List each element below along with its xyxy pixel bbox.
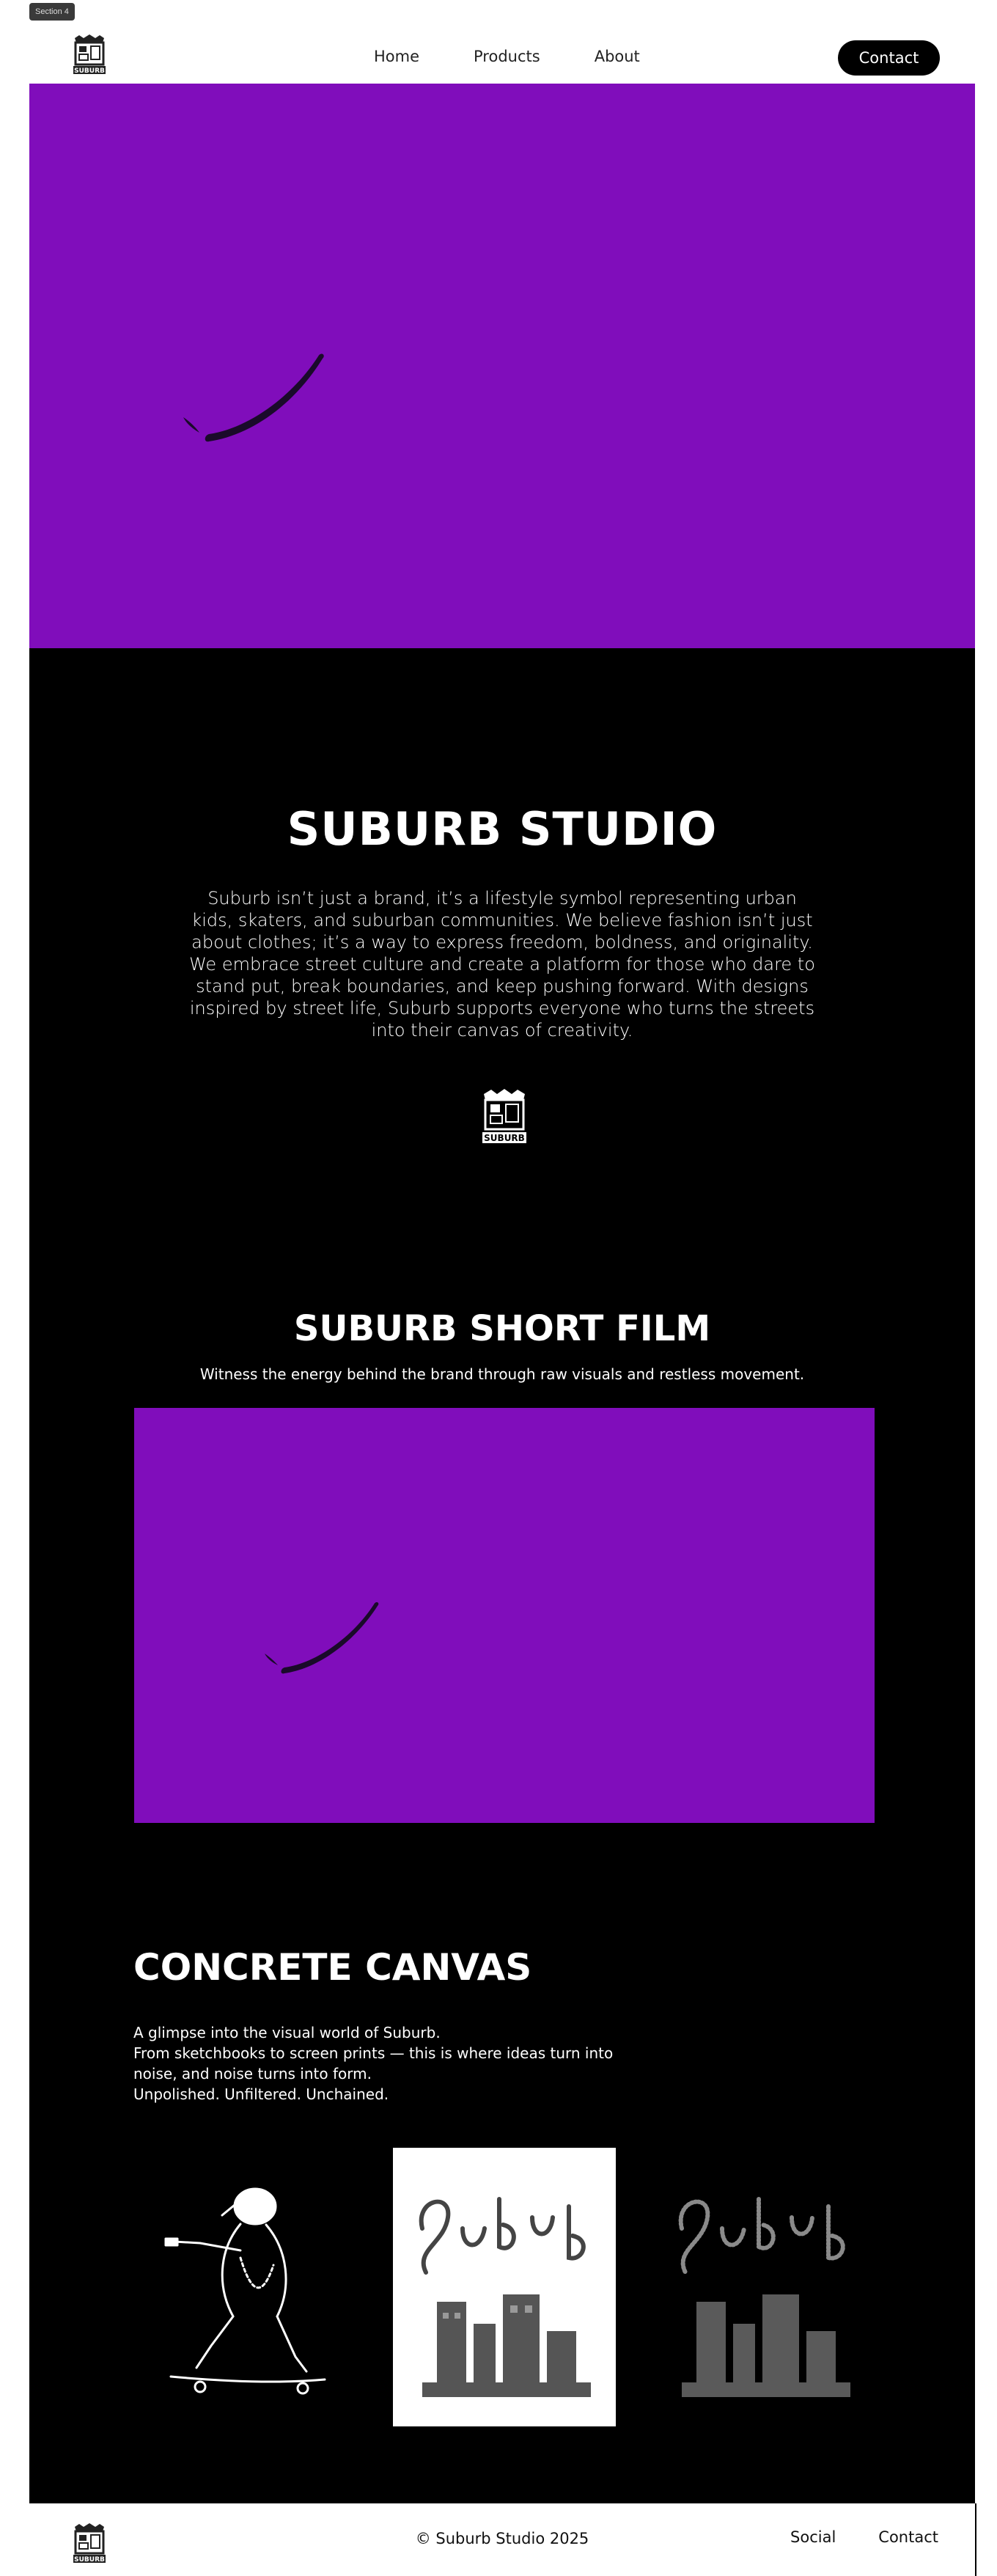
section-tag: Section 4	[29, 3, 75, 21]
canvas-line-2: From sketchbooks to screen prints — this…	[133, 2044, 614, 2083]
svg-text:SUBURB: SUBURB	[484, 1133, 525, 1143]
canvas-line-1: A glimpse into the visual world of Subur…	[133, 2024, 441, 2041]
brand-title: SUBURB STUDIO	[287, 802, 718, 856]
brand-description: Suburb isn’t just a brand, it’s a lifest…	[189, 888, 815, 1041]
contact-button[interactable]: Contact	[838, 40, 940, 76]
footer-contact-link[interactable]: Contact	[878, 2528, 938, 2546]
canvas-line-3: Unpolished. Unfiltered. Unchained.	[133, 2085, 389, 2103]
nav-products-link[interactable]: Products	[474, 48, 540, 65]
hero-brush-stroke-graphic	[183, 353, 324, 442]
film-subtitle: Witness the energy behind the brand thro…	[199, 1365, 805, 1383]
short-film-video[interactable]	[134, 1408, 875, 1823]
svg-text:SUBURB: SUBURB	[74, 2556, 105, 2564]
footer-links: Social Contact	[790, 2528, 938, 2546]
suburb-logo-emblem: SUBURB	[478, 1088, 531, 1145]
main-nav: Home Products About	[374, 29, 640, 84]
canvas-title: CONCRETE CANVAS	[133, 1946, 532, 1989]
gallery-image-graffiti-white[interactable]	[393, 2148, 616, 2426]
canvas-description: A glimpse into the visual world of Subur…	[133, 2022, 647, 2105]
hero-banner	[29, 84, 975, 648]
video-brush-stroke-graphic	[265, 1601, 379, 1674]
site-footer: SUBURB © Suburb Studio 2025 Social Conta…	[29, 2503, 976, 2576]
main-content: SUBURB STUDIO Suburb isn’t just a brand,…	[29, 648, 975, 2503]
gallery-image-skater[interactable]	[130, 2148, 353, 2426]
svg-text:SUBURB: SUBURB	[74, 67, 105, 75]
gallery-image-graffiti-dark[interactable]	[652, 2148, 875, 2426]
nav-about-link[interactable]: About	[595, 48, 640, 65]
site-header: SUBURB Home Products About Contact	[29, 29, 968, 84]
suburb-logo[interactable]: SUBURB	[69, 34, 110, 76]
nav-home-link[interactable]: Home	[374, 48, 419, 65]
film-title: SUBURB SHORT FILM	[293, 1308, 711, 1349]
footer-social-link[interactable]: Social	[790, 2528, 836, 2546]
